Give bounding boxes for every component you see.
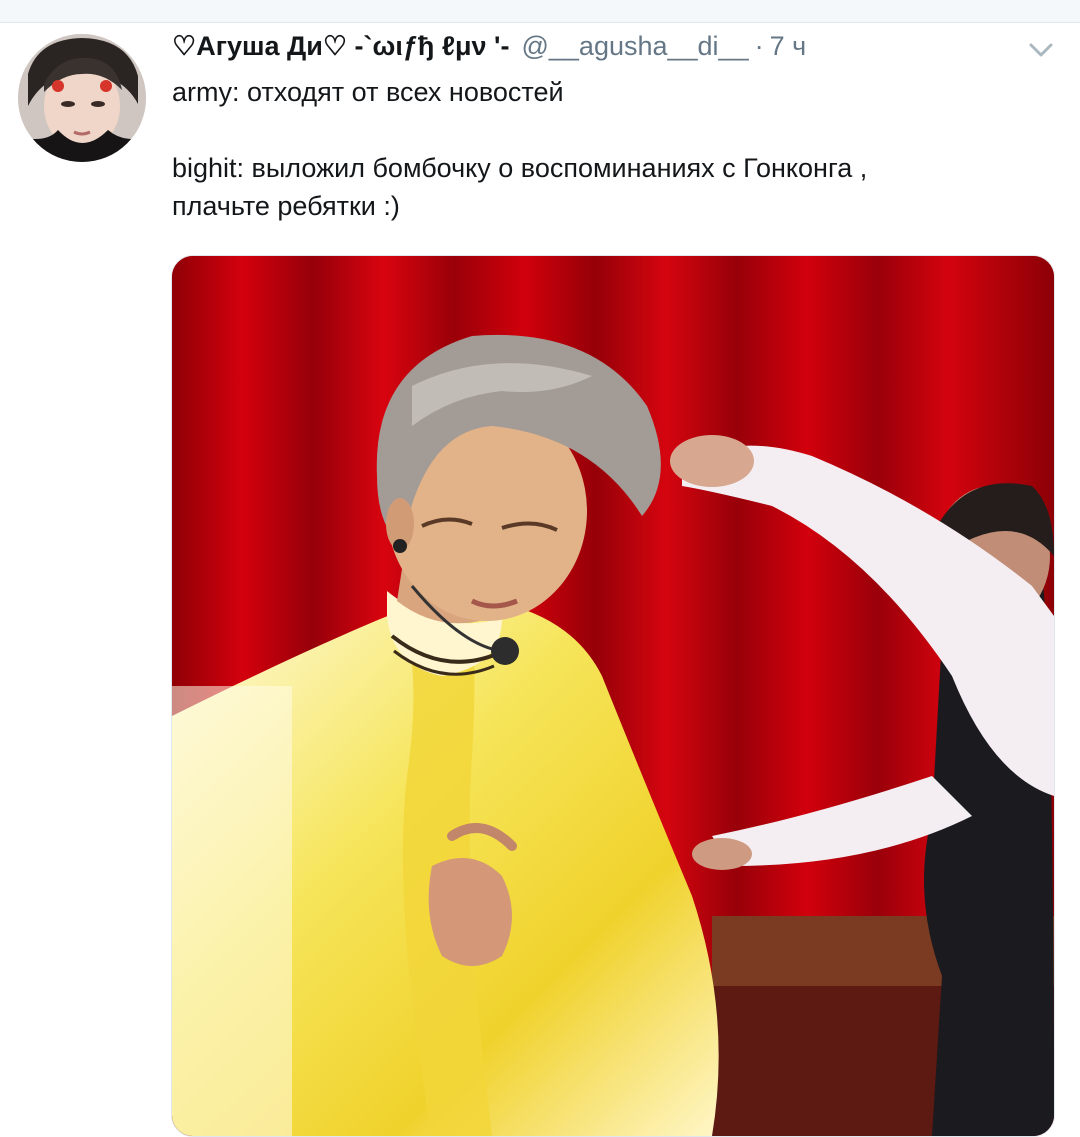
timestamp[interactable]: 7 ч xyxy=(770,31,807,62)
tweet-text-line-3: плачьте ребятки :) xyxy=(172,191,400,221)
display-name[interactable]: ♡Агуша Ди♡ -`ωιƒђ ℓμν '- xyxy=(172,31,509,62)
chevron-down-icon[interactable] xyxy=(1026,35,1056,65)
tweet-text: army: отходят от всех новостей bighit: в… xyxy=(172,73,1052,225)
tweet-header: ♡Агуша Ди♡ -`ωιƒђ ℓμν '- @__agusha__di__… xyxy=(172,31,806,71)
media-video-frame[interactable] xyxy=(171,255,1055,1137)
user-handle[interactable]: @__agusha__di__ xyxy=(521,31,748,62)
tweet[interactable]: ♡Агуша Ди♡ -`ωιƒђ ℓμν '- @__agusha__di__… xyxy=(0,23,1080,1137)
separator-dot: · xyxy=(754,31,764,61)
avatar[interactable] xyxy=(18,34,146,162)
tweet-text-line-2: bighit: выложил бомбочку о воспоминаниях… xyxy=(172,153,868,183)
top-divider xyxy=(0,0,1080,23)
video-frame-illustration xyxy=(172,256,1054,1136)
tweet-text-line-1: army: отходят от всех новостей xyxy=(172,77,564,107)
avatar-image xyxy=(18,34,146,162)
